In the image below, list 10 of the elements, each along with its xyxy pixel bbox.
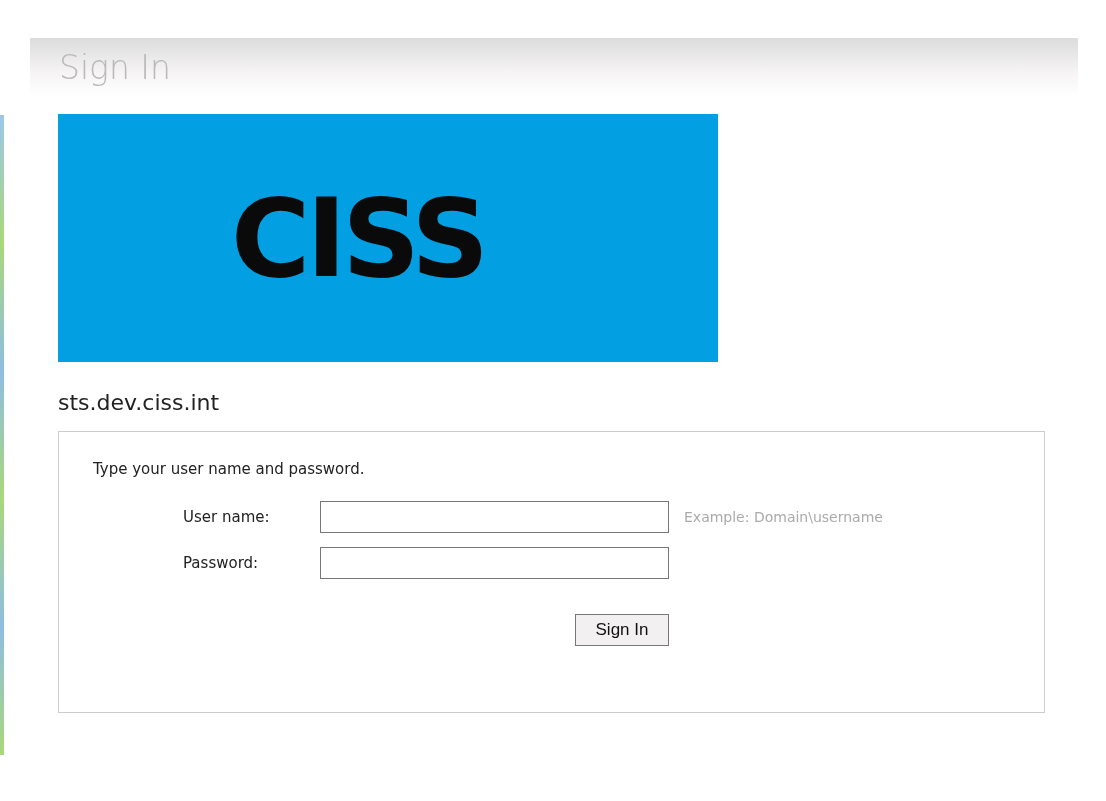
input-field[interactable] <box>320 501 669 533</box>
field-label: Password: <box>182 554 260 572</box>
logo-text: CISS <box>230 175 486 301</box>
instruction-text: Type your user name and password. <box>93 460 366 478</box>
sign-in-button[interactable]: Sign In <box>575 614 669 646</box>
field-label: User name: <box>182 508 271 526</box>
input-field[interactable] <box>320 547 669 579</box>
field-hint: Example: Domain\username <box>684 509 883 525</box>
host-name: sts.dev.ciss.int <box>58 390 221 415</box>
page-title: Sign In <box>59 47 171 87</box>
